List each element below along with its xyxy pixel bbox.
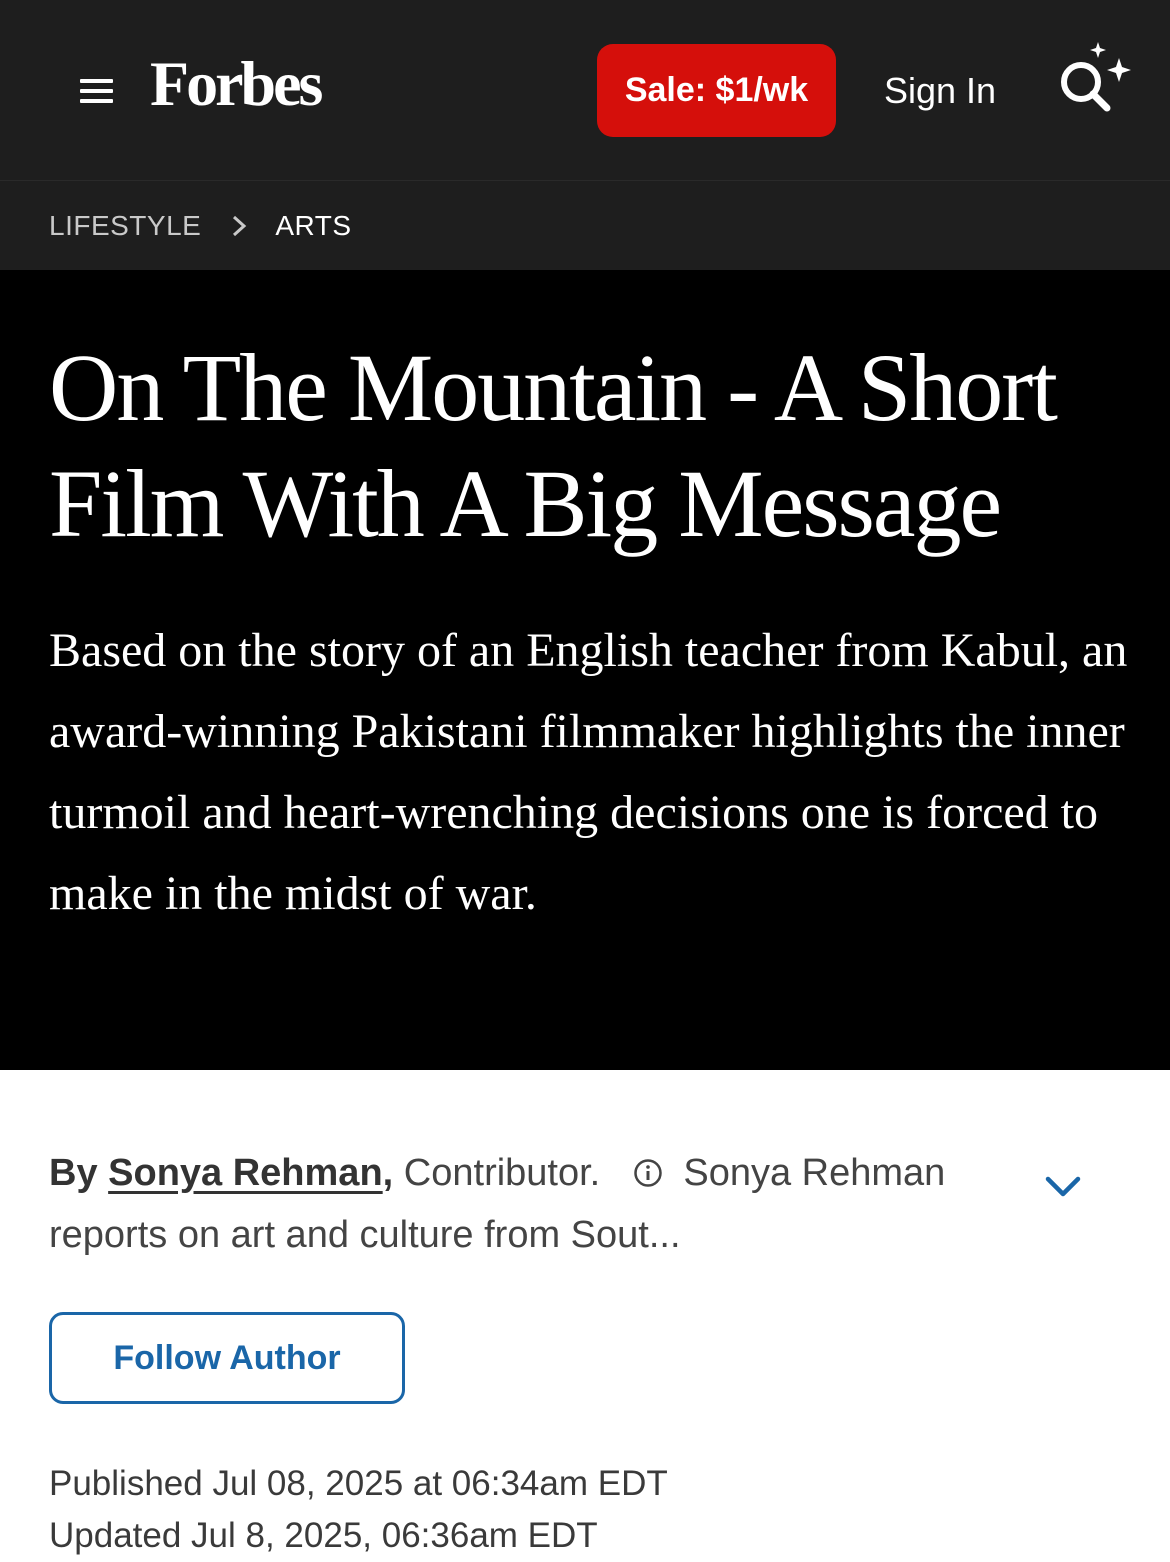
article-dek: Based on the story of an English teacher… (49, 624, 1128, 920)
menu-icon[interactable] (80, 79, 113, 103)
author-link[interactable]: Sonya Rehman (108, 1152, 383, 1194)
byline-section: By Sonya Rehman, Contributor. Sonya Rehm… (0, 1070, 1170, 1312)
breadcrumb: LIFESTYLE ARTS (0, 180, 1170, 270)
published-date: Published Jul 08, 2025 at 06:34am EDT (49, 1464, 668, 1503)
breadcrumb-arts[interactable]: ARTS (275, 210, 351, 242)
chevron-right-icon (233, 215, 247, 236)
chevron-down-icon[interactable] (1045, 1175, 1081, 1199)
updated-date: Updated Jul 8, 2025, 06:36am EDT (49, 1516, 598, 1555)
sign-in-link[interactable]: Sign In (884, 70, 996, 112)
info-icon[interactable] (633, 1158, 663, 1188)
sale-button[interactable]: Sale: $1/wk (597, 44, 836, 137)
contributor-label: Contributor. (403, 1152, 601, 1194)
search-sparkle-icon[interactable] (1055, 40, 1135, 120)
article-headline: On The Mountain - A Short Film With A Bi… (49, 334, 1058, 557)
by-label: By (49, 1152, 98, 1194)
forbes-logo[interactable]: Forbes (150, 52, 323, 116)
top-nav: Forbes Sale: $1/wk Sign In (0, 0, 1170, 180)
follow-author-button[interactable]: Follow Author (49, 1312, 405, 1404)
article-hero: On The Mountain - A Short Film With A Bi… (0, 270, 1170, 1070)
byline: By Sonya Rehman, Contributor. Sonya Rehm… (49, 1142, 1009, 1266)
breadcrumb-lifestyle[interactable]: LIFESTYLE (49, 210, 201, 242)
byline-comma: , (382, 1152, 394, 1194)
article-dates: Published Jul 08, 2025 at 06:34am EDT Up… (0, 1404, 1170, 1562)
